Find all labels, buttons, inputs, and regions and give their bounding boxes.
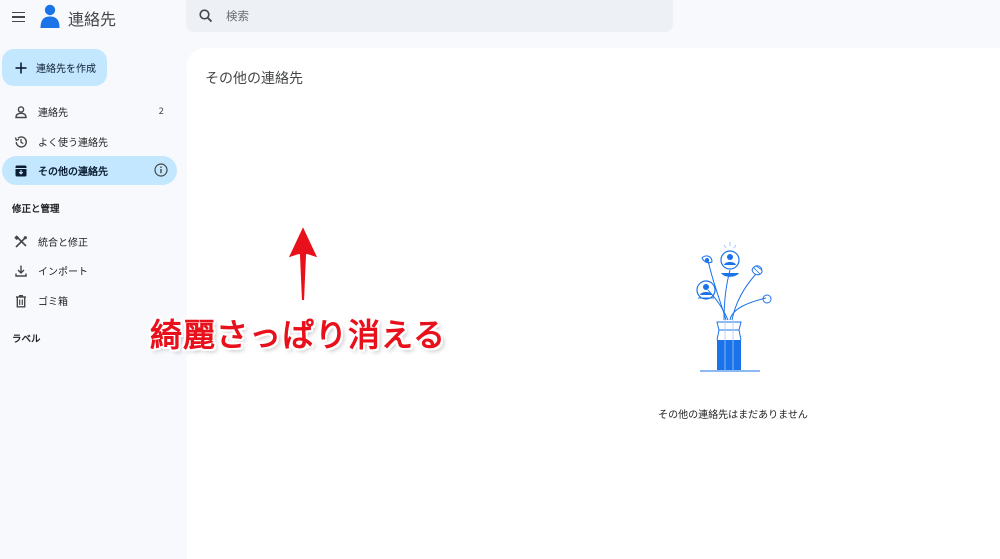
top-bar: 連絡先 xyxy=(0,0,1000,40)
page-title: その他の連絡先 xyxy=(205,71,303,87)
contacts-count: 2 xyxy=(158,106,164,117)
sidebar-item-label: よく使う連絡先 xyxy=(38,138,108,149)
tools-icon xyxy=(14,234,28,249)
section-title-labels: ラベル xyxy=(12,334,41,345)
sidebar-item-other-contacts[interactable]: その他の連絡先 xyxy=(2,156,177,185)
history-icon xyxy=(14,135,28,149)
info-icon[interactable] xyxy=(154,163,168,177)
contacts-logo-icon xyxy=(40,4,60,28)
sidebar-item-contacts[interactable]: 連絡先 2 xyxy=(2,97,177,126)
annotation-caption: 綺麗さっぱり消える xyxy=(150,316,447,354)
sidebar-item-merge-fix[interactable]: 統合と修正 xyxy=(2,227,177,256)
sidebar-item-label: ゴミ箱 xyxy=(38,297,68,308)
search-bar[interactable] xyxy=(186,0,673,32)
main-panel xyxy=(187,48,1000,559)
plus-icon xyxy=(15,62,27,73)
create-contact-button[interactable]: 連絡先を作成 xyxy=(2,49,107,86)
archive-download-icon xyxy=(14,164,28,178)
sidebar-item-label: 連絡先 xyxy=(38,108,68,119)
app-title: 連絡先 xyxy=(68,10,117,29)
sidebar-item-import[interactable]: インポート xyxy=(2,256,177,285)
main-menu-icon[interactable] xyxy=(8,6,30,28)
download-icon xyxy=(14,264,28,278)
sidebar-item-label: 統合と修正 xyxy=(38,238,88,249)
annotation-arrow-up-icon xyxy=(286,224,320,302)
trash-icon xyxy=(14,294,28,308)
section-title-manage: 修正と管理 xyxy=(12,204,60,215)
search-input[interactable] xyxy=(226,6,646,26)
sidebar-item-label: その他の連絡先 xyxy=(38,167,108,178)
empty-state-illustration xyxy=(696,242,772,372)
sidebar-item-label: インポート xyxy=(38,267,88,278)
empty-state-message: その他の連絡先はまだありません xyxy=(658,410,808,421)
search-icon[interactable] xyxy=(198,8,214,24)
create-contact-label: 連絡先を作成 xyxy=(36,64,96,75)
person-icon xyxy=(14,105,28,119)
sidebar-item-frequent[interactable]: よく使う連絡先 xyxy=(2,127,177,156)
